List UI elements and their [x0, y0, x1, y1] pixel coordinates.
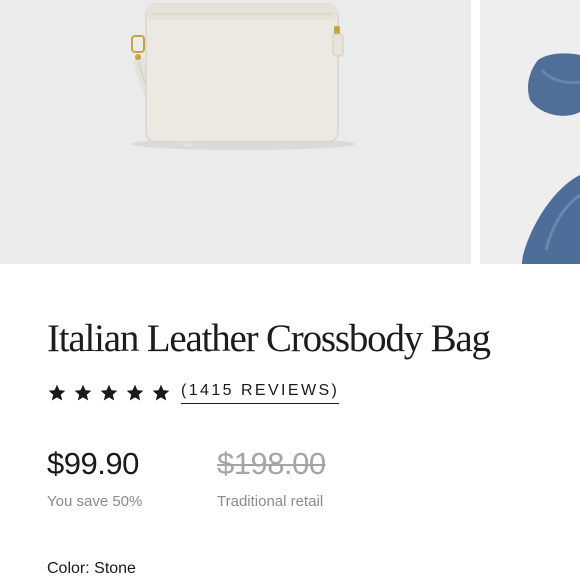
star-rating: [47, 383, 171, 403]
savings-text: You save 50%: [47, 493, 143, 510]
product-image-gallery[interactable]: [0, 0, 580, 264]
denim-photo: [480, 0, 580, 264]
product-image-bag[interactable]: [0, 0, 471, 264]
original-price: $198.00: [217, 446, 326, 481]
reviews-close-paren: ): [331, 382, 340, 399]
star-icon: [151, 383, 171, 403]
sale-price: $99.90: [47, 446, 139, 481]
star-icon: [99, 383, 119, 403]
product-image-model[interactable]: [480, 0, 580, 264]
reviews-open-paren: (: [181, 382, 189, 399]
star-icon: [73, 383, 93, 403]
bag-photo: [0, 0, 471, 264]
star-icon: [47, 383, 67, 403]
original-price-label: Traditional retail: [217, 493, 324, 510]
reviews-count: 1415: [188, 382, 234, 399]
product-title: Italian Leather Crossbody Bag: [47, 317, 491, 360]
color-value: Stone: [94, 560, 136, 577]
color-label: Color:: [47, 560, 90, 577]
star-icon: [125, 383, 145, 403]
color-selection: Color: Stone: [47, 560, 136, 578]
rating-row: ( 1415 REVIEWS ): [47, 378, 340, 408]
reviews-label: REVIEWS: [240, 382, 332, 399]
reviews-link[interactable]: ( 1415 REVIEWS ): [181, 382, 340, 404]
